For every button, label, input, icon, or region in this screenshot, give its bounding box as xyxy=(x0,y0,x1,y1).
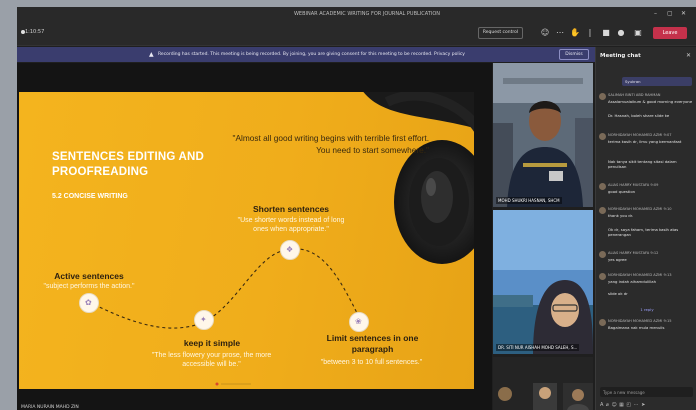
recording-message: Recording has started. This meeting is b… xyxy=(158,52,465,57)
avatar xyxy=(599,319,606,326)
chat-sender: NORHIDAYAH MOHAMED AZMI 9:07 xyxy=(608,133,672,137)
chat-text: Nak tanya sikit tentang sitasi dalam pen… xyxy=(608,159,677,169)
sticker-icon[interactable]: ◰ xyxy=(626,402,633,408)
chat-header: Meeting chat xyxy=(600,53,641,59)
participant-2-image xyxy=(493,210,593,354)
reactions-icon[interactable]: ☺ xyxy=(540,28,550,38)
node-title-shorten: Shorten sentences xyxy=(252,204,330,214)
close-chat-icon[interactable]: ✕ xyxy=(686,52,691,59)
share-icon[interactable]: ▣ xyxy=(633,28,643,38)
more-options-icon[interactable]: ⋯ xyxy=(634,402,642,408)
limit-sentences-icon: ❀ xyxy=(349,312,369,332)
close-window-icon[interactable]: ✕ xyxy=(681,10,686,17)
participant-video-2[interactable]: DR. SITI NUR AISHAH MOHD SALEH, S... xyxy=(493,210,593,354)
slide-title: SENTENCES EDITING AND PROOFREADING xyxy=(52,151,205,178)
slide-quote: "Almost all good writing begins with ter… xyxy=(232,133,429,155)
dismiss-button[interactable]: Dismiss xyxy=(559,49,589,60)
chat-sender: ALIAS HARRY MUSTAFA 9:09 xyxy=(608,183,659,187)
node-desc-simple: "The less flowery your prose, the more a… xyxy=(151,352,272,368)
request-control-button[interactable]: Request control xyxy=(478,27,523,39)
teams-meeting-window: WEBINAR ACADEMIC WRITING FOR JOURNAL PUB… xyxy=(17,7,696,410)
slide-subtitle: 5.2 CONCISE WRITING xyxy=(52,193,128,200)
emoji-icon[interactable]: ☺ xyxy=(611,402,619,408)
participant-1-image xyxy=(493,63,593,207)
chat-text: Ok dr, saya faham, terima kasih atas pen… xyxy=(608,227,679,237)
node-title-active: Active sentences xyxy=(54,271,124,281)
chat-sender: NORHIDAYAH MOHAMED AZMI 9:13 xyxy=(608,273,672,277)
chat-text: Bagaimana nak mula menulis xyxy=(608,325,665,330)
more-icon[interactable]: ⋯ xyxy=(555,28,565,38)
chat-text: good question xyxy=(608,189,636,194)
chat-text: Dr. Hasnah, boleh share slide ke xyxy=(608,113,670,118)
meeting-toolbar: 1:10:57 Request control ☺ ⋯ ✋ | ■ ● ▣ Le… xyxy=(17,20,696,46)
chat-text: terima kasih dr, ilmu yang bermanfaat xyxy=(608,139,682,144)
divider-icon: | xyxy=(588,28,592,37)
strip-avatars xyxy=(498,383,593,410)
participant-video-1[interactable]: MOHD SHUKRI HASNAN, SHCM xyxy=(493,63,593,207)
avatar xyxy=(599,183,606,190)
node-desc-active: "subject performs the action." xyxy=(43,283,135,290)
node-title-simple: keep it simple xyxy=(183,338,241,348)
chat-text: slide ok dr xyxy=(608,291,628,296)
avatar xyxy=(599,93,606,100)
chat-text: Assalamualaikum & good morning everyone xyxy=(608,99,693,104)
shorten-sentences-icon: ❖ xyxy=(280,240,300,260)
title-bar: WEBINAR ACADEMIC WRITING FOR JOURNAL PUB… xyxy=(17,7,696,20)
keep-simple-icon: ✦ xyxy=(194,310,214,330)
avatar xyxy=(599,207,606,214)
chat-sent-message: Syukran xyxy=(622,77,692,86)
mic-icon[interactable]: ● xyxy=(616,28,626,38)
avatar xyxy=(599,251,606,258)
presentation-slide: SENTENCES EDITING AND PROOFREADING 5.2 C… xyxy=(19,92,474,389)
window-title: WEBINAR ACADEMIC WRITING FOR JOURNAL PUB… xyxy=(293,11,441,17)
participant-1-name: MOHD SHUKRI HASNAN, SHCM xyxy=(496,197,562,204)
participant-2-name: DR. SITI NUR AISHAH MOHD SALEH, S... xyxy=(496,344,580,351)
warning-icon: ▲ xyxy=(149,51,154,58)
camera-icon[interactable]: ■ xyxy=(601,28,611,38)
minimize-icon[interactable]: – xyxy=(654,10,657,17)
chat-sender: NORHIDAYAH MOHAMED AZMI 9:10 xyxy=(608,207,672,211)
node-desc-limit: "between 3 to 10 full sentences." xyxy=(320,359,423,366)
avatar xyxy=(599,273,606,280)
participant-strip xyxy=(493,357,593,410)
node-desc-shorten: "Use shorter words instead of long ones … xyxy=(237,217,345,233)
shared-screen-stage: SENTENCES EDITING AND PROOFREADING 5.2 C… xyxy=(17,63,492,410)
maximize-icon[interactable]: ▢ xyxy=(667,10,673,17)
compose-toolbar: A⌀☺▦◰⋯➤ xyxy=(600,402,693,408)
avatar xyxy=(599,133,606,140)
chat-sender: ALIAS HARRY MUSTAFA 9:12 xyxy=(608,251,659,255)
send-icon[interactable]: ➤ xyxy=(641,402,648,408)
slide-footer-mark xyxy=(215,382,251,386)
chat-text: yes agree xyxy=(608,257,627,262)
node-title-limit: Limit sentences in one paragraph xyxy=(326,333,419,354)
chat-sender: NORHIDAYAH MOHAMED AZMI 9:15 xyxy=(608,319,672,323)
raise-hand-icon[interactable]: ✋ xyxy=(570,28,580,38)
leave-button[interactable]: Leave xyxy=(653,27,687,39)
chat-sender: SALIMAH BINTI ABD RAHMAN xyxy=(608,93,661,97)
meeting-timer: 1:10:57 xyxy=(25,29,45,35)
meeting-chat-panel: Meeting chat ✕ Syukran SALIMAH BINTI ABD… xyxy=(595,47,696,410)
chat-text: yang indah alhamdulillah xyxy=(608,279,656,284)
active-sentences-icon: ✿ xyxy=(79,293,99,313)
recording-banner: ▲ Recording has started. This meeting is… xyxy=(17,47,595,62)
chat-text: thank you dr. xyxy=(608,213,634,218)
presenter-tag: MARIA NURAIN MAHD ZIN xyxy=(21,405,79,410)
chat-compose-input[interactable]: Type a new message xyxy=(600,387,693,397)
reply-link[interactable]: 1 reply xyxy=(632,305,662,314)
